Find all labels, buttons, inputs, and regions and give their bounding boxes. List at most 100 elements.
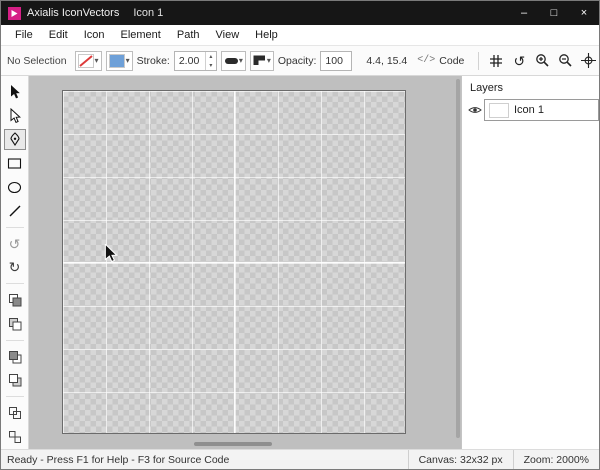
rotate-icon: ↺ xyxy=(514,54,526,68)
selection-arrow-icon xyxy=(8,84,21,99)
grid-toggle-button[interactable] xyxy=(486,51,506,71)
crosshair-icon xyxy=(581,53,596,68)
tool-line[interactable] xyxy=(4,200,26,222)
menu-view[interactable]: View xyxy=(208,27,248,43)
titlebar: Axialis IconVectors Icon 1 – □ × xyxy=(1,1,599,25)
toolbar-separator xyxy=(478,52,479,70)
stroke-width-stepper[interactable]: 2.00 ▴ ▾ xyxy=(174,51,217,71)
stepper-down-icon[interactable]: ▾ xyxy=(206,61,216,70)
chevron-down-icon: ▾ xyxy=(126,57,130,65)
line-join-dropdown[interactable]: ▾ xyxy=(250,51,274,71)
chevron-down-icon: ▾ xyxy=(267,57,271,65)
send-backward-icon xyxy=(8,350,22,364)
center-view-button[interactable] xyxy=(578,51,598,71)
line-join-icon xyxy=(253,55,266,66)
bring-forward-icon xyxy=(8,317,22,331)
tool-pen[interactable] xyxy=(4,129,26,151)
ungroup-button[interactable] xyxy=(4,426,26,448)
zoom-in-icon xyxy=(535,53,550,68)
statusbar: Ready - Press F1 for Help - F3 for Sourc… xyxy=(1,449,599,469)
menu-file[interactable]: File xyxy=(7,27,41,43)
vertical-scrollbar-thumb[interactable] xyxy=(456,79,460,438)
document-title: Icon 1 xyxy=(133,7,163,19)
app-title: Axialis IconVectors xyxy=(27,7,119,19)
stroke-width-input[interactable]: 2.00 xyxy=(175,52,205,70)
close-button[interactable]: × xyxy=(569,1,599,25)
menu-edit[interactable]: Edit xyxy=(41,27,76,43)
code-button[interactable]: </> Code xyxy=(411,53,470,69)
bring-to-front-icon xyxy=(8,293,22,307)
zoom-out-icon xyxy=(558,53,573,68)
pointer-coordinates: 4.4, 15.4 xyxy=(366,55,407,67)
undo-button[interactable]: ↺ xyxy=(4,233,26,255)
ellipse-icon xyxy=(7,181,22,194)
app-window: Axialis IconVectors Icon 1 – □ × File Ed… xyxy=(0,0,600,470)
line-cap-dropdown[interactable]: ▾ xyxy=(221,51,246,71)
menu-help[interactable]: Help xyxy=(247,27,286,43)
chevron-down-icon: ▾ xyxy=(95,57,99,65)
grid-icon xyxy=(489,54,503,68)
palette-separator xyxy=(6,283,24,284)
send-to-back-button[interactable] xyxy=(4,370,26,392)
bring-to-front-button[interactable] xyxy=(4,289,26,311)
main-area: ↺ ↻ xyxy=(1,76,599,449)
zoom-out-button[interactable] xyxy=(555,51,575,71)
rotate-view-button[interactable]: ↺ xyxy=(509,51,529,71)
fill-color-swatch xyxy=(109,54,125,68)
menu-element[interactable]: Element xyxy=(113,27,169,43)
layer-visibility-toggle[interactable] xyxy=(466,105,484,115)
status-zoom-level: Zoom: 2000% xyxy=(513,450,599,469)
window-controls: – □ × xyxy=(509,1,599,25)
stepper-buttons: ▴ ▾ xyxy=(205,52,216,70)
direct-selection-arrow-icon xyxy=(8,108,21,123)
send-backward-button[interactable] xyxy=(4,346,26,368)
stroke-width-label: Stroke: xyxy=(137,55,170,67)
layer-thumbnail xyxy=(489,103,509,118)
eye-icon xyxy=(468,105,482,115)
stepper-up-icon[interactable]: ▴ xyxy=(206,52,216,61)
group-icon xyxy=(8,406,22,420)
tool-palette: ↺ ↻ xyxy=(1,76,29,449)
layer-name: Icon 1 xyxy=(514,104,544,116)
ungroup-icon xyxy=(8,430,22,444)
artboard[interactable] xyxy=(62,90,406,434)
group-button[interactable] xyxy=(4,402,26,424)
tool-select[interactable] xyxy=(4,81,26,103)
opacity-label: Opacity: xyxy=(278,55,317,67)
palette-separator xyxy=(6,396,24,397)
menu-icon[interactable]: Icon xyxy=(76,27,113,43)
view-tools-group: ↺ xyxy=(474,51,598,71)
tool-ellipse[interactable] xyxy=(4,176,26,198)
zoom-in-button[interactable] xyxy=(532,51,552,71)
stroke-color-picker[interactable]: ▾ xyxy=(75,51,102,71)
line-icon xyxy=(8,204,22,218)
layer-row[interactable]: Icon 1 xyxy=(466,99,599,121)
code-icon: </> xyxy=(417,55,435,66)
minimize-button[interactable]: – xyxy=(509,1,539,25)
layer-item[interactable]: Icon 1 xyxy=(484,99,599,121)
pen-icon xyxy=(8,132,22,146)
app-logo-icon xyxy=(8,7,21,20)
maximize-button[interactable]: □ xyxy=(539,1,569,25)
undo-icon: ↺ xyxy=(9,237,21,251)
toolbar: No Selection ▾ ▾ Stroke: 2.00 ▴ ▾ ▾ ▾ xyxy=(1,46,599,76)
tool-direct-select[interactable] xyxy=(4,105,26,127)
stroke-color-swatch xyxy=(78,54,94,68)
menu-path[interactable]: Path xyxy=(169,27,208,43)
canvas-area[interactable] xyxy=(29,76,461,449)
line-cap-icon xyxy=(224,56,238,66)
palette-separator xyxy=(6,227,24,228)
bring-forward-button[interactable] xyxy=(4,313,26,335)
menubar: File Edit Icon Element Path View Help xyxy=(1,25,599,46)
horizontal-scrollbar-thumb[interactable] xyxy=(194,442,272,446)
fill-color-picker[interactable]: ▾ xyxy=(106,51,133,71)
layers-panel: Layers Icon 1 xyxy=(461,76,599,449)
opacity-field[interactable]: 100 xyxy=(320,51,352,71)
tool-rectangle[interactable] xyxy=(4,152,26,174)
redo-button[interactable]: ↻ xyxy=(4,256,26,278)
layers-panel-title: Layers xyxy=(462,76,599,99)
send-to-back-icon xyxy=(8,373,22,387)
status-canvas-size: Canvas: 32x32 px xyxy=(408,450,513,469)
rectangle-icon xyxy=(7,157,22,170)
opacity-input[interactable]: 100 xyxy=(321,52,351,70)
